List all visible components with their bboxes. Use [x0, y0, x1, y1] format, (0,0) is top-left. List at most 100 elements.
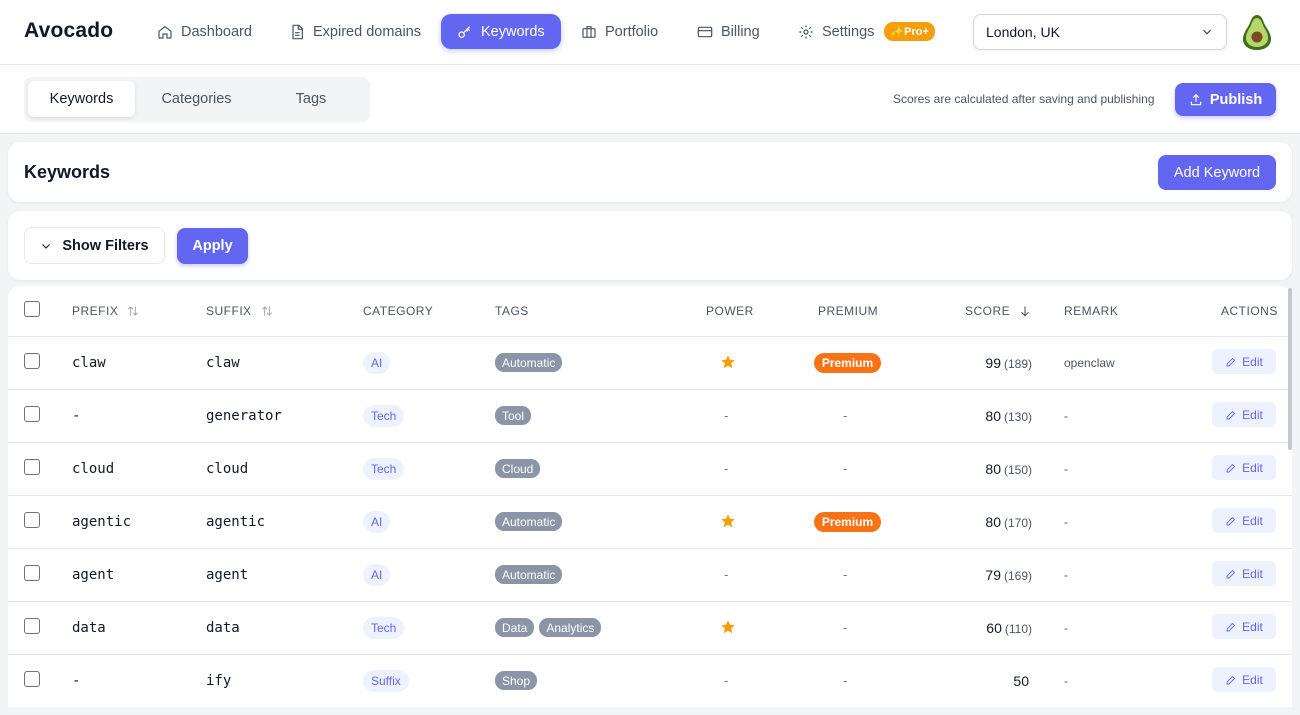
nav-settings[interactable]: Settings ✨Pro+ [782, 14, 951, 49]
edit-button[interactable]: Edit [1212, 349, 1276, 374]
publish-button[interactable]: Publish [1175, 83, 1276, 116]
score-cell: 80 (170) [985, 514, 1032, 530]
brand-logo-text[interactable]: Avocado [24, 19, 113, 43]
edit-button[interactable]: Edit [1212, 614, 1276, 639]
location-value: London, UK [986, 24, 1060, 40]
nav-expired-domains[interactable]: Expired domains [273, 14, 437, 49]
row-suffix: cloud [206, 461, 249, 477]
row-checkbox[interactable] [24, 353, 40, 369]
upload-icon [1190, 93, 1202, 105]
premium-badge: Premium [814, 353, 881, 373]
tags-list: Shop [495, 671, 538, 690]
score-value: 99 [985, 355, 1001, 371]
category-badge: AI [363, 564, 391, 586]
row-checkbox[interactable] [24, 459, 40, 475]
show-filters-label: Show Filters [62, 237, 149, 254]
header-suffix[interactable]: SUFFIX [206, 304, 274, 318]
category-badge: AI [363, 352, 391, 374]
location-select[interactable]: London, UK [973, 14, 1227, 50]
table-row[interactable]: - generator Tech Tool - - 80 (130) - Edit [8, 390, 1292, 443]
add-keyword-button[interactable]: Add Keyword [1158, 155, 1276, 190]
tag-badge: Automatic [495, 565, 563, 584]
score-note: Scores are calculated after saving and p… [893, 92, 1155, 106]
row-suffix: agent [206, 567, 249, 583]
row-checkbox[interactable] [24, 406, 40, 422]
tag-badge: Analytics [539, 618, 602, 637]
header-category: CATEGORY [363, 304, 434, 318]
row-suffix: ify [206, 673, 232, 689]
row-prefix: cloud [72, 461, 115, 477]
nav-dashboard[interactable]: Dashboard [141, 14, 268, 49]
table-row[interactable]: data data Tech Data Analytics - 60 (110) - Edit [8, 602, 1292, 655]
avocado-avatar-icon[interactable] [1241, 13, 1273, 51]
tab-tags[interactable]: Tags [257, 81, 365, 117]
premium-empty: - [843, 673, 848, 688]
row-prefix: agent [72, 567, 115, 583]
nav-portfolio[interactable]: Portfolio [565, 14, 674, 49]
chevron-down-icon [42, 243, 51, 249]
edit-label: Edit [1242, 513, 1263, 528]
score-value: 60 [986, 620, 1002, 636]
table-scrollbar[interactable] [1288, 288, 1292, 450]
nav-dashboard-label: Dashboard [181, 23, 252, 40]
category-badge: Suffix [363, 670, 409, 692]
edit-button[interactable]: Edit [1212, 508, 1276, 533]
tag-badge: Tool [495, 406, 532, 425]
premium-empty: - [843, 620, 848, 635]
nav-keywords[interactable]: Keywords [441, 14, 561, 49]
keywords-table: PREFIX SUFFIX CATEGORY TAGS POWER PREMIU… [8, 286, 1292, 707]
score-value: 79 [985, 567, 1001, 583]
tags-list: Data Analytics [495, 618, 602, 637]
tab-keywords[interactable]: Keywords [28, 81, 135, 117]
table-row[interactable]: cloud cloud Tech Cloud - - 80 (150) - Edit [8, 443, 1292, 496]
table-row[interactable]: agent agent AI Automatic - - 79 (169) - Edit [8, 549, 1292, 602]
table-row[interactable]: agentic agentic AI Automatic Premium 80 (170) -… [8, 496, 1292, 549]
row-suffix: data [206, 620, 240, 636]
header-prefix[interactable]: PREFIX [72, 304, 140, 318]
row-checkbox[interactable] [24, 565, 40, 581]
key-icon [458, 25, 471, 38]
header-actions: ACTIONS [1221, 304, 1278, 318]
show-filters-button[interactable]: Show Filters [24, 227, 165, 264]
header-score[interactable]: SCORE [965, 304, 1032, 318]
power-empty: - [724, 461, 729, 476]
header-premium: PREMIUM [818, 304, 879, 318]
row-prefix: - [72, 673, 81, 689]
row-checkbox[interactable] [24, 671, 40, 687]
sub-header: Keywords Categories Tags Scores are calc… [0, 65, 1300, 134]
select-all-checkbox[interactable] [24, 301, 40, 317]
nav-billing-label: Billing [721, 23, 760, 40]
row-remark: - [1064, 568, 1068, 582]
row-suffix: agentic [206, 514, 266, 530]
edit-icon [1226, 675, 1236, 684]
row-remark: - [1064, 515, 1068, 529]
nav-billing[interactable]: Billing [681, 14, 776, 49]
score-value: 50 [1013, 673, 1029, 689]
edit-icon [1226, 357, 1236, 366]
top-navbar: Avocado Dashboard Expired domains Keywor… [0, 0, 1300, 65]
score-value: 80 [985, 461, 1001, 477]
tag-badge: Shop [495, 671, 538, 690]
score-cell: 50 [1013, 673, 1032, 689]
tag-badge: Cloud [495, 459, 541, 478]
edit-button[interactable]: Edit [1212, 667, 1276, 692]
row-remark: - [1064, 409, 1068, 423]
edit-label: Edit [1242, 619, 1263, 634]
edit-button[interactable]: Edit [1212, 455, 1276, 480]
table-row[interactable]: claw claw AI Automatic Premium 99 (189) opencla… [8, 337, 1292, 390]
score-value: 80 [985, 514, 1001, 530]
edit-button[interactable]: Edit [1212, 402, 1276, 427]
premium-empty: - [843, 408, 848, 423]
arrow-down-icon [1021, 306, 1030, 317]
row-checkbox[interactable] [24, 618, 40, 634]
header-remark: REMARK [1064, 304, 1119, 318]
apply-button[interactable]: Apply [177, 228, 248, 264]
premium-badge: Premium [814, 512, 881, 532]
tab-categories[interactable]: Categories [141, 81, 252, 117]
table-row[interactable]: - ify Suffix Shop - - 50 - Edit [8, 655, 1292, 707]
nav-keywords-label: Keywords [481, 23, 545, 40]
row-remark: - [1064, 621, 1068, 635]
edit-button[interactable]: Edit [1212, 561, 1276, 586]
row-checkbox[interactable] [24, 512, 40, 528]
tags-list: Automatic [495, 353, 563, 372]
